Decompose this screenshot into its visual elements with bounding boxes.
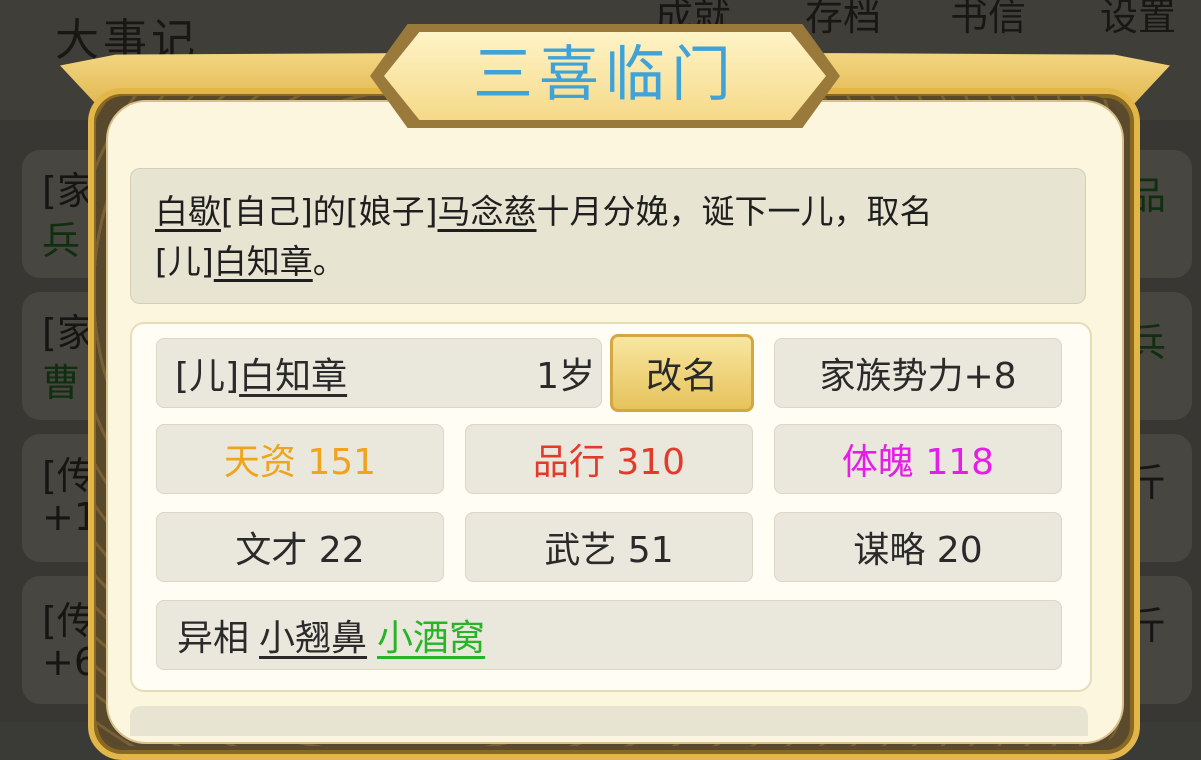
stat-physique: 体魄 118	[774, 424, 1062, 494]
child-tag-text: [儿]	[155, 242, 214, 281]
stat-conduct: 品行 310	[465, 424, 753, 494]
child-tag: [儿]	[175, 356, 240, 397]
person-link-self[interactable]: 白歇	[155, 192, 221, 231]
person-link-wife[interactable]: 马念慈	[438, 192, 537, 231]
dialog-title: 三喜临门	[473, 40, 737, 110]
stat-strategy: 谋略 20	[774, 512, 1062, 582]
rename-button[interactable]: 改名	[610, 334, 754, 412]
stat-literary: 文才 22	[156, 512, 444, 582]
child-name-link[interactable]: 白知章	[239, 347, 347, 399]
traits-row: 异相 小翘鼻 小酒窝	[156, 600, 1062, 670]
event-end-text: 。	[312, 242, 346, 281]
event-text: 十月分娩，诞下一儿，取名	[536, 192, 933, 231]
traits-label: 异相	[177, 618, 250, 659]
person-link-child[interactable]: 白知章	[214, 242, 313, 281]
stat-talent: 天资 151	[156, 424, 444, 494]
trait-link[interactable]: 小翘鼻	[259, 609, 367, 661]
family-power-cell: 家族势力+8	[774, 338, 1062, 408]
child-name-cell: [儿] 白知章 1岁	[156, 338, 602, 408]
child-age: 1岁	[536, 356, 595, 397]
trait-link[interactable]: 小酒窝	[377, 609, 485, 661]
bottom-section-edge	[130, 706, 1088, 736]
event-description: 白歇[自己]的[娘子]马念慈十月分娩，诞下一儿，取名 [儿]白知章。	[130, 168, 1086, 304]
relation-text: [自己]的[娘子]	[221, 192, 438, 231]
stat-martial: 武艺 51	[465, 512, 753, 582]
